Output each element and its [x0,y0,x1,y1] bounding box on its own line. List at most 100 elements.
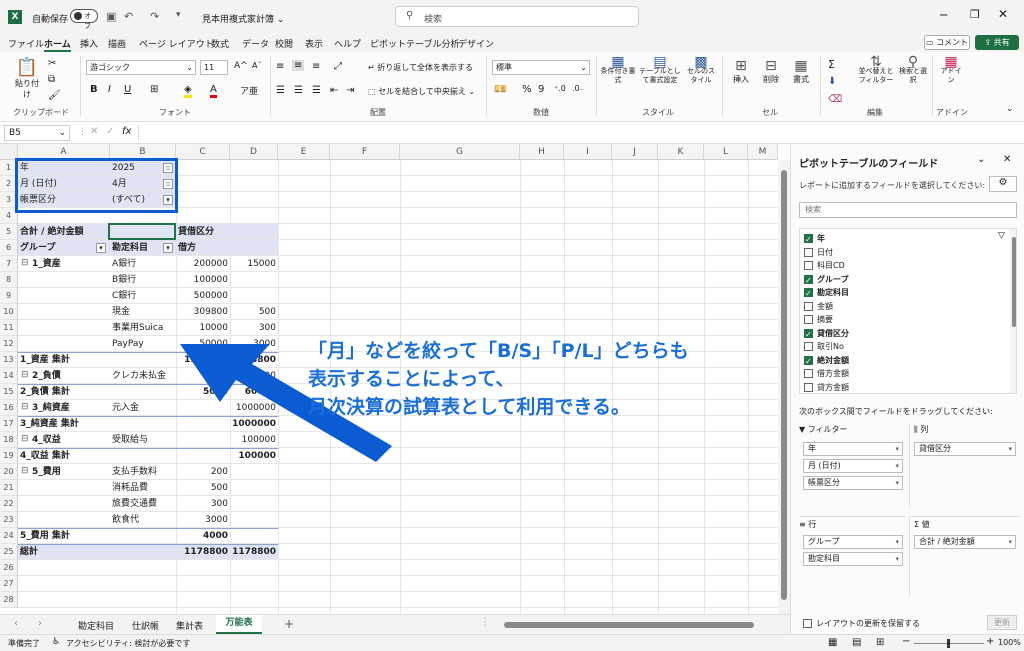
row-header[interactable]: 5 [0,224,18,240]
credit-value[interactable]: 1178800 [232,544,276,560]
account-name[interactable]: 支払手数料 [112,464,174,480]
tab-view[interactable]: 表示 [305,37,323,50]
copy-icon[interactable]: ⧉ [48,74,55,85]
enter-icon[interactable]: ✓ [106,126,114,137]
field-list-scrollbar[interactable] [1010,229,1016,393]
credit-value[interactable]: 500 [232,304,276,320]
underline-icon[interactable]: U [124,84,131,95]
field-item[interactable]: 貸方金額 [804,381,849,394]
subtotal-label[interactable]: 2_負債 集計 [20,384,160,400]
update-button[interactable]: 更新 [987,615,1017,630]
column-header[interactable]: E [278,144,330,160]
search-box[interactable]: ⚲ 検索 [395,6,639,27]
percent-icon[interactable]: % [522,84,532,95]
tab-home[interactable]: ホーム [44,37,71,52]
prev-sheet-icon[interactable]: ‹ [14,618,18,629]
align-middle-icon[interactable]: ≡ [292,60,305,71]
row-header[interactable]: 11 [0,320,18,336]
align-top-icon[interactable]: ≡ [276,61,284,72]
row-header[interactable]: 8 [0,272,18,288]
orientation-icon[interactable]: ⤢ [334,61,342,72]
field-item[interactable]: 貸借区分 [804,327,849,341]
field-checkbox[interactable] [804,328,813,341]
row-header[interactable]: 13 [0,352,18,368]
active-cell[interactable] [108,223,176,240]
sheet-tab-journal[interactable]: 仕訳帳 [132,619,159,632]
field-item[interactable]: 取引No [804,340,844,353]
column-chip-debit-credit[interactable]: 貸借区分 ▾ [914,442,1016,456]
row-header[interactable]: 26 [0,560,18,576]
font-size-select[interactable]: 11 [200,60,228,75]
debit-value[interactable]: 4000 [178,528,228,544]
account-name[interactable]: PayPay [112,336,174,352]
field-item[interactable]: 絶対金額 [804,354,849,368]
row-header[interactable]: 14 [0,368,18,384]
save-icon[interactable]: ▣ [106,10,116,23]
row-header[interactable]: 27 [0,576,18,592]
tab-review[interactable]: 校閲 [275,37,293,50]
indent-increase-icon[interactable]: ⇥ [346,85,354,96]
insert-cells-button[interactable]: ⊞ 挿入 [728,58,754,85]
italic-icon[interactable]: I [108,84,111,95]
clear-icon[interactable]: ⌫ [828,94,842,105]
format-painter-icon[interactable]: 🖌 [48,90,61,101]
row-header[interactable]: 21 [0,480,18,496]
field-checkbox[interactable] [804,342,813,351]
account-name[interactable]: クレカ未払金 [112,368,174,384]
field-checkbox[interactable] [804,233,813,246]
debit-value[interactable]: 200 [178,464,228,480]
column-header[interactable]: I [564,144,612,160]
page-layout-view-icon[interactable]: ▤ [852,637,861,648]
increase-decimal-icon[interactable]: ⁺.0 [554,84,566,93]
page-break-view-icon[interactable]: ⊞ [876,637,884,648]
layout-settings-gear-icon[interactable]: ⚙ [989,176,1017,192]
row-header[interactable]: 12 [0,336,18,352]
column-header[interactable]: J [612,144,658,160]
vertical-scrollbar[interactable] [778,160,790,614]
phonetic-icon[interactable]: ア亜 [240,84,258,97]
tab-page-layout[interactable]: ページ レイアウト [139,37,214,50]
fill-icon[interactable]: ⬇ [828,76,836,87]
column-header[interactable]: M [748,144,778,160]
find-select-button[interactable]: ⚲ 検索と選択 [898,55,928,85]
row-chip-account[interactable]: 勘定科目 ▾ [803,552,903,566]
field-item[interactable]: 日付 [804,246,833,259]
sort-filter-button[interactable]: ⇅ 並べ替えとフィルター [856,55,896,85]
field-item[interactable]: 借方金額 [804,367,849,380]
autosum-icon[interactable]: Σ [828,58,835,71]
row-header[interactable]: 24 [0,528,18,544]
collapse-group-icon[interactable]: ⊟ [21,370,29,380]
collapse-group-icon[interactable]: ⊟ [21,434,29,444]
share-button[interactable]: ⇪ 共有 [975,35,1019,50]
merge-center-button[interactable]: ⬚ セルを結合して中央揃え ⌄ [368,86,475,97]
row-header[interactable]: 23 [0,512,18,528]
values-area[interactable]: Σ 値 合計 / 絶対金額 ▾ [909,516,1019,596]
align-left-icon[interactable]: ☰ [276,85,285,96]
debit-value[interactable]: 1178800 [178,544,228,560]
tab-formulas[interactable]: 数式 [211,37,229,50]
debit-value[interactable]: 309800 [178,304,228,320]
tab-design[interactable]: デザイン [458,37,494,50]
border-icon[interactable]: ⊞ [150,84,158,95]
tab-file[interactable]: ファイル [8,37,44,50]
wrap-text-button[interactable]: ↵ 折り返して全体を表示する [368,62,473,73]
delete-cells-button[interactable]: ⊟ 削除 [758,58,784,85]
fill-color-icon[interactable]: ◈ [184,84,192,98]
field-item[interactable]: 金額 [804,300,833,313]
columns-area[interactable]: ⫼ 列 貸借区分 ▾ [909,424,1019,506]
next-sheet-icon[interactable]: › [38,618,42,629]
account-name[interactable]: 旅費交通費 [112,496,174,512]
filter-chip-year[interactable]: 年 ▾ [803,442,903,456]
addins-button[interactable]: ▦ アドイン [938,55,964,85]
bold-icon[interactable]: B [90,84,98,95]
cut-icon[interactable]: ✂ [48,58,56,69]
group-label[interactable]: 5_費用 [20,464,106,480]
shrink-font-icon[interactable]: Aˇ [252,61,261,70]
field-checkbox[interactable] [804,247,813,257]
pivot-header[interactable]: グループ [20,240,106,256]
autosave-toggle[interactable]: オフ [70,9,98,30]
row-header[interactable]: 6 [0,240,18,256]
subtotal-label[interactable]: 4_収益 集計 [20,448,160,464]
format-as-table-button[interactable]: ▤ テーブルとして書式設定 [638,55,682,85]
column-header[interactable]: F [330,144,400,160]
